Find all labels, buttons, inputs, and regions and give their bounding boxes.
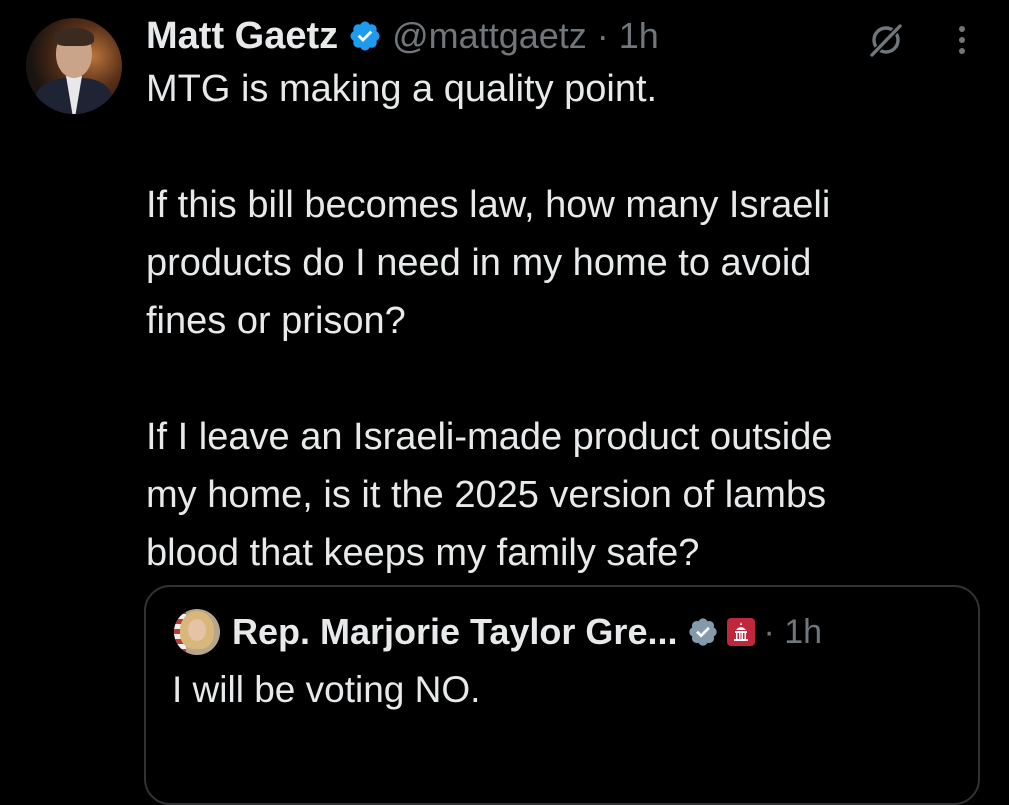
tweet-line: If I leave an Israeli-made product outsi… <box>146 416 833 458</box>
tweet-line: MTG is making a quality point. <box>146 68 658 110</box>
tweet-line: products do I need in my home to avoid <box>146 242 812 284</box>
tweet[interactable]: Matt Gaetz @mattgaetz · 1h MTG is making… <box>0 0 1009 805</box>
tweet-line: my home, is it the 2025 version of lambs <box>146 474 827 516</box>
avatar-face <box>188 619 206 641</box>
tweet-line: blood that keeps my family safe? <box>146 532 700 574</box>
author-avatar[interactable] <box>26 18 122 114</box>
tweet-header: Matt Gaetz @mattgaetz · 1h <box>146 10 659 62</box>
quoted-tweet-card[interactable]: Rep. Marjorie Taylor Gre... · 1h I will … <box>144 585 980 805</box>
quoted-author-display-name[interactable]: Rep. Marjorie Taylor Gre... <box>232 611 677 653</box>
quoted-tweet-time[interactable]: · 1h <box>763 613 822 652</box>
gray-verified-badge-icon <box>687 616 719 648</box>
author-display-name[interactable]: Matt Gaetz <box>146 15 338 58</box>
quoted-tweet-header: Rep. Marjorie Taylor Gre... · 1h <box>232 605 822 659</box>
verified-badge-icon <box>348 19 382 53</box>
avatar-hair <box>54 28 94 46</box>
grok-icon[interactable] <box>866 20 906 60</box>
quoted-tweet-text: I will be voting NO. <box>172 669 481 710</box>
tweet-body: MTG is making a quality point. If this b… <box>146 60 986 582</box>
quoted-author-avatar[interactable] <box>174 609 220 655</box>
tweet-line: fines or prison? <box>146 300 406 342</box>
government-capitol-badge-icon <box>727 618 756 646</box>
author-handle-time[interactable]: @mattgaetz · 1h <box>392 15 659 57</box>
more-vertical-icon[interactable] <box>952 20 972 60</box>
tweet-line: If this bill becomes law, how many Israe… <box>146 184 831 226</box>
